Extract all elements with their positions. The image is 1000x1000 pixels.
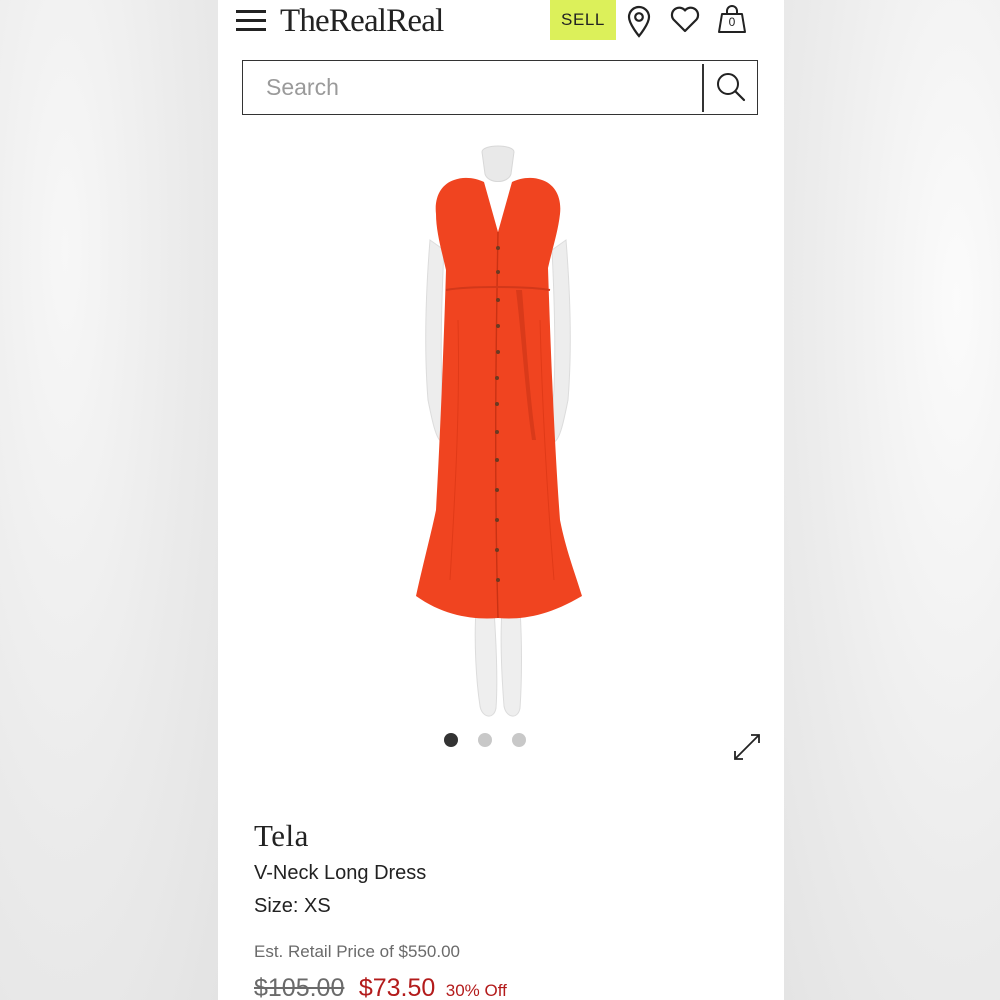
- shopping-bag-icon[interactable]: 0: [716, 4, 748, 34]
- carousel-dot[interactable]: [478, 733, 492, 747]
- search-button[interactable]: [705, 61, 757, 113]
- product-image[interactable]: [398, 140, 598, 730]
- carousel-dot[interactable]: [444, 733, 458, 747]
- price-row: $105.00 $73.50 30% Off: [254, 974, 507, 1000]
- background-right: [784, 0, 1000, 1000]
- heart-icon[interactable]: [669, 4, 701, 34]
- search-divider: [702, 64, 704, 112]
- original-price: $105.00: [254, 974, 345, 1000]
- sale-price: $73.50: [358, 974, 436, 1000]
- search-input[interactable]: [243, 61, 701, 113]
- carousel-dots: [444, 733, 526, 747]
- discount-label: 30% Off: [445, 981, 507, 1000]
- carousel-dot[interactable]: [512, 733, 526, 747]
- map-pin-icon[interactable]: [625, 4, 653, 38]
- mobile-page: TheRealReal SELL 0 Search Tela V-Neck Lo…: [218, 0, 784, 1000]
- cart-count: 0: [728, 15, 736, 29]
- search-bar: [242, 60, 758, 115]
- magnifier-icon: [717, 73, 746, 102]
- background-left: [0, 0, 218, 1000]
- sell-button[interactable]: SELL: [550, 0, 616, 40]
- product-name: V-Neck Long Dress: [254, 862, 427, 884]
- expand-arrows-icon[interactable]: [730, 730, 764, 764]
- product-brand[interactable]: Tela: [254, 818, 309, 854]
- product-size: Size: XS: [254, 895, 331, 917]
- retail-price: Est. Retail Price of $550.00: [254, 942, 461, 961]
- hamburger-menu-icon[interactable]: [236, 8, 266, 34]
- site-logo[interactable]: TheRealReal: [280, 1, 444, 41]
